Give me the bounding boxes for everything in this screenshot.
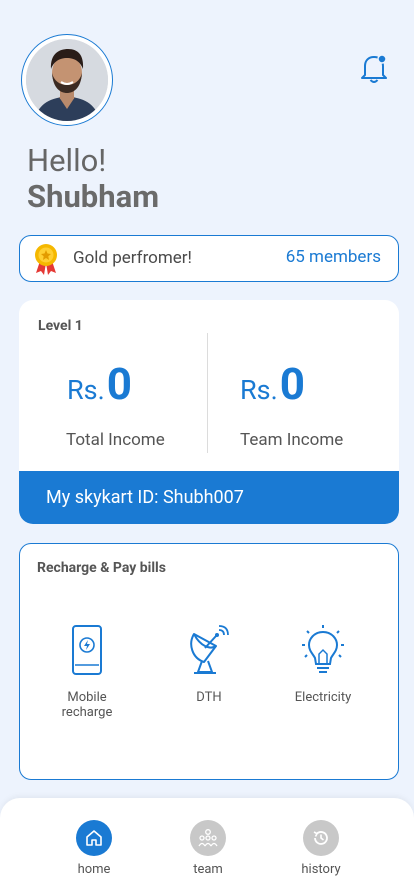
nav-home[interactable]: home — [54, 820, 134, 877]
profile-avatar[interactable] — [21, 34, 113, 126]
electricity-label: Electricity — [294, 690, 352, 705]
currency-prefix: Rs. — [240, 374, 278, 406]
team-income-value: Rs. 0 — [240, 358, 305, 410]
home-icon — [76, 820, 112, 856]
notification-bell-icon[interactable] — [356, 50, 392, 86]
lightbulb-icon — [302, 625, 344, 673]
income-divider — [207, 333, 208, 453]
bottom-navigation: home team history — [0, 798, 414, 896]
electricity-button[interactable]: Electricity — [268, 624, 378, 705]
greeting-text: Hello! — [27, 142, 107, 179]
user-name: Shubham — [27, 178, 160, 215]
total-income-value: Rs. 0 — [67, 358, 132, 410]
total-income-amount: 0 — [106, 358, 132, 410]
skykart-id-bar: My skykart ID: Shubh007 — [19, 471, 399, 524]
gold-performer-card[interactable]: Gold perfromer! 65 members — [19, 235, 399, 282]
mobile-recharge-label: Mobile recharge — [61, 690, 113, 720]
members-count-link[interactable]: 65 members — [286, 247, 381, 267]
gold-performer-label: Gold perfromer! — [73, 248, 192, 268]
income-card: Level 1 Rs. 0 Total Income Rs. 0 Team In… — [19, 300, 399, 524]
nav-home-label: home — [77, 862, 111, 877]
mobile-recharge-button[interactable]: Mobile recharge — [32, 624, 142, 720]
team-income-label: Team Income — [240, 430, 344, 450]
team-income-amount: 0 — [279, 358, 305, 410]
nav-history[interactable]: history — [281, 820, 361, 877]
history-icon — [303, 820, 339, 856]
team-icon — [190, 820, 226, 856]
total-income-label: Total Income — [66, 430, 165, 450]
satellite-dish-icon — [190, 625, 229, 674]
medal-icon — [32, 243, 60, 275]
currency-prefix: Rs. — [67, 374, 105, 406]
mobile-recharge-icon — [72, 625, 102, 675]
dth-label: DTH — [196, 690, 222, 705]
nav-team-label: team — [193, 862, 223, 877]
avatar-photo — [26, 39, 108, 121]
recharge-card: Recharge & Pay bills Mobile recharge DTH — [19, 543, 399, 780]
recharge-title: Recharge & Pay bills — [37, 560, 166, 576]
nav-team[interactable]: team — [168, 820, 248, 877]
level-label: Level 1 — [38, 318, 83, 334]
nav-history-label: history — [301, 862, 341, 877]
dth-button[interactable]: DTH — [154, 624, 264, 705]
